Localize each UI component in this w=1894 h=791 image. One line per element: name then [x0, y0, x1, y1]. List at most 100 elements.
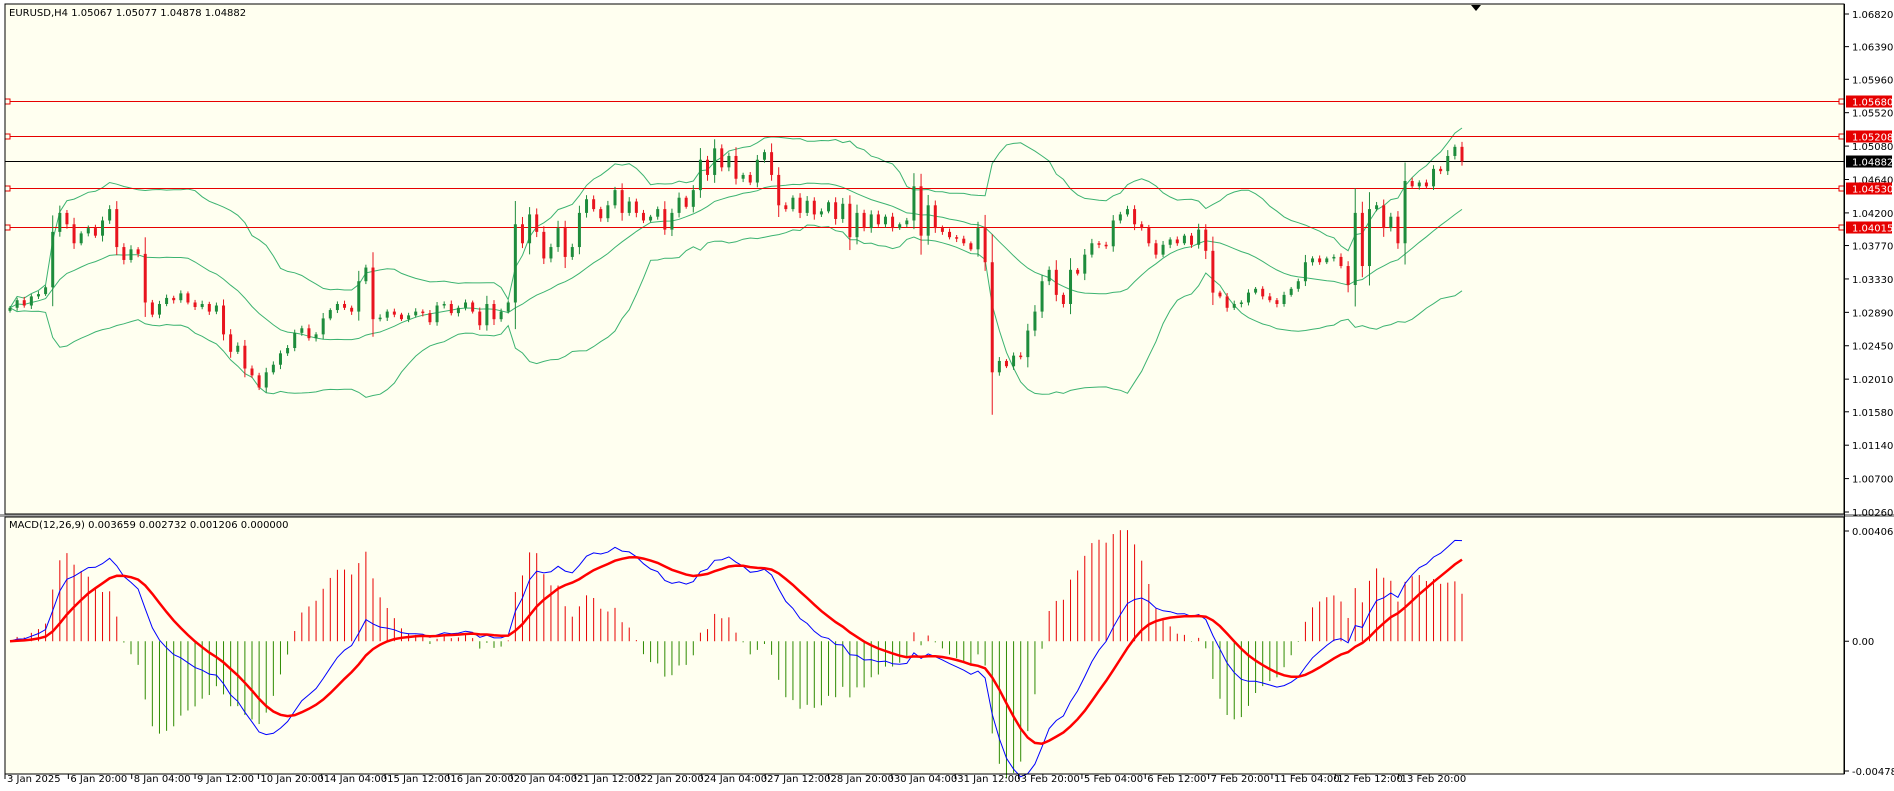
current-price-label: 1.04882	[1852, 158, 1893, 169]
candle-body	[392, 311, 396, 315]
candle-body	[257, 375, 261, 388]
candle-body	[492, 303, 496, 320]
candle-body	[65, 212, 69, 225]
line-anchor-right[interactable]	[1838, 133, 1845, 140]
candle-body	[1332, 256, 1336, 259]
candle-body	[108, 209, 112, 221]
candle-body	[542, 231, 546, 259]
candle-body	[378, 317, 382, 320]
candle-body	[214, 305, 218, 312]
trading-chart[interactable]: 1.068201.063901.059601.055201.050801.046…	[0, 0, 1894, 791]
candle-body	[471, 302, 475, 312]
candle-body	[670, 212, 674, 230]
candle-body	[236, 345, 240, 352]
candle-body	[556, 228, 560, 248]
candle-body	[720, 148, 724, 168]
candle-body	[101, 220, 105, 236]
candle-body	[1460, 146, 1464, 162]
candle-body	[1204, 229, 1208, 251]
candle-body	[165, 297, 169, 304]
line-anchor-left[interactable]	[4, 185, 11, 192]
candle-body	[278, 353, 282, 365]
time-tick-label: 13 Feb 20:00	[1401, 774, 1467, 785]
candle-body	[456, 307, 460, 314]
candle-body	[841, 203, 845, 219]
candle-body	[314, 334, 318, 339]
candle-body	[172, 297, 176, 301]
candle-body	[428, 313, 432, 323]
price-tick-label: 1.05080	[1852, 142, 1893, 153]
candle-body	[44, 287, 48, 295]
candle-body	[1311, 258, 1315, 263]
line-anchor-left[interactable]	[4, 224, 11, 231]
candle-body	[1033, 311, 1037, 331]
line-anchor-left[interactable]	[4, 98, 11, 105]
candle-body	[186, 293, 190, 303]
candle-body	[962, 238, 966, 244]
candle-body	[649, 216, 653, 221]
candle-body	[93, 228, 97, 236]
candle-body	[784, 205, 788, 210]
time-tick-label: 15 Jan 12:00	[387, 774, 450, 785]
candle-body	[143, 253, 147, 303]
candle-body	[1069, 269, 1073, 304]
time-tick-label: 30 Jan 04:00	[894, 774, 957, 785]
candle-body	[1382, 205, 1386, 229]
candle-body	[1296, 281, 1300, 289]
candle-body	[1161, 244, 1165, 255]
candle-body	[983, 228, 987, 263]
price-tick-label: 1.06390	[1852, 43, 1893, 54]
candle-body	[364, 267, 368, 282]
candle-body	[1410, 181, 1414, 187]
candle-body	[293, 332, 297, 349]
candle-body	[1125, 209, 1129, 215]
time-axis: 3 Jan 2025 6 Jan 20:00 8 Jan 04:00 9 Jan 12…	[4, 774, 1467, 785]
candle-body	[1182, 235, 1186, 244]
candle-body	[585, 199, 589, 213]
candle-body	[29, 296, 33, 306]
price-panel[interactable]	[5, 4, 1844, 514]
candle-body	[478, 311, 482, 326]
line-anchor-right[interactable]	[1838, 185, 1845, 192]
candle-body	[157, 303, 161, 315]
candle-body	[200, 303, 204, 308]
candle-body	[1446, 155, 1450, 172]
candle-body	[1268, 296, 1272, 301]
candle-body	[677, 197, 681, 213]
candle-body	[129, 249, 133, 260]
candle-body	[150, 302, 154, 315]
candle-body	[755, 159, 759, 183]
candle-body	[1403, 181, 1407, 244]
candle-body	[1417, 182, 1421, 187]
price-tick-label: 1.04200	[1852, 209, 1893, 220]
time-tick-label: 21 Jan 12:00	[577, 774, 640, 785]
candle-body	[898, 224, 902, 229]
candle-body	[1004, 360, 1008, 367]
candle-body	[855, 212, 859, 238]
candle-body	[222, 305, 226, 335]
candle-body	[1239, 302, 1243, 304]
line-anchor-left[interactable]	[4, 133, 11, 140]
candle-body	[1026, 330, 1030, 358]
candle-body	[1019, 355, 1023, 358]
candle-body	[791, 197, 795, 210]
candle-body	[926, 205, 930, 236]
candle-body	[592, 199, 596, 210]
candle-body	[563, 228, 567, 257]
candle-body	[79, 233, 83, 244]
time-tick-label: 9 Jan 12:00	[197, 774, 254, 785]
candle-body	[350, 307, 354, 312]
line-anchor-right[interactable]	[1838, 224, 1845, 231]
candle-body	[229, 334, 233, 352]
candle-body	[599, 209, 603, 219]
candle-body	[86, 228, 90, 234]
level-label: 1.04530	[1852, 185, 1893, 196]
candle-body	[777, 174, 781, 206]
candle-body	[506, 302, 510, 312]
candle-body	[535, 214, 539, 232]
price-tick-label: 1.06820	[1852, 10, 1893, 21]
candle-body	[876, 214, 880, 225]
time-tick-label: 11 Feb 04:00	[1274, 774, 1340, 785]
line-anchor-right[interactable]	[1838, 98, 1845, 105]
candle-body	[449, 303, 453, 314]
